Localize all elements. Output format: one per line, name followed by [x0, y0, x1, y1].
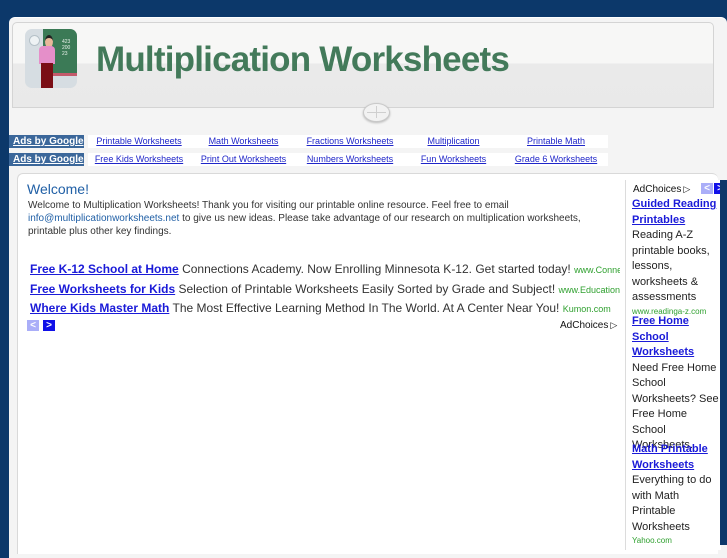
sidebar-prev-button[interactable]: <: [701, 183, 713, 194]
ad-link[interactable]: Printable Worksheets: [88, 135, 190, 148]
text-ad-title[interactable]: Where Kids Master Math: [30, 301, 169, 315]
welcome-text: Welcome to Multiplication Worksheets! Th…: [28, 200, 581, 237]
ad-link[interactable]: Grade 6 Worksheets: [504, 153, 608, 166]
teacher-body: [39, 46, 55, 64]
ad-link[interactable]: Numbers Worksheets: [297, 153, 403, 166]
ad-link[interactable]: Fractions Worksheets: [297, 135, 403, 148]
text-ad-url[interactable]: www.Education.c...: [559, 285, 621, 295]
ad-link[interactable]: Math Worksheets: [190, 135, 297, 148]
ad-link[interactable]: Printable Math: [504, 135, 608, 148]
sidebar-ad-description: Need Free Home School Worksheets? See Fr…: [632, 361, 719, 452]
ad-prev-button[interactable]: <: [27, 320, 39, 331]
sidebar-ad-title[interactable]: Math Printable Worksheets: [632, 442, 720, 473]
sidebar-ad-url[interactable]: Yahoo.com: [632, 535, 720, 546]
header-toggle-button[interactable]: [363, 103, 390, 122]
ad-link[interactable]: Multiplication: [403, 135, 504, 148]
text-ad: Free Worksheets for Kids Selection of Pr…: [30, 282, 620, 296]
sidebar-ad: Math Printable Worksheets Everything to …: [632, 442, 720, 546]
sidebar-ad-description: Reading A-Z printable books, lessons, wo…: [632, 229, 710, 303]
text-ad-url[interactable]: Kumon.com: [563, 304, 611, 314]
ad-links-row-2: Free Kids Worksheets Print Out Worksheet…: [88, 153, 608, 166]
adchoices-icon: ▷: [683, 184, 691, 194]
text-ad-title[interactable]: Free K-12 School at Home: [30, 262, 179, 276]
site-title[interactable]: Multiplication Worksheets: [96, 40, 510, 80]
text-ad: Where Kids Master Math The Most Effectiv…: [30, 301, 620, 315]
sidebar-ad: Free Home School Worksheets Need Free Ho…: [632, 314, 720, 454]
sidebar-adchoices-link[interactable]: AdChoices ▷: [633, 184, 690, 195]
text-ad-url[interactable]: www.Connec...: [574, 265, 620, 275]
text-ad-description: Selection of Printable Worksheets Easily…: [178, 282, 556, 296]
board-numbers: 423 200 23: [62, 39, 71, 57]
welcome-title: Welcome!: [27, 181, 89, 197]
page-right-edge: [720, 180, 727, 545]
ad-links-row-1: Printable Worksheets Math Worksheets Fra…: [88, 135, 608, 148]
ad-link-bar-2: Ads by Google Free Kids Worksheets Print…: [9, 153, 608, 166]
adchoices-icon: ▷: [610, 320, 618, 330]
ad-link[interactable]: Fun Worksheets: [403, 153, 504, 166]
ad-link[interactable]: Free Kids Worksheets: [88, 153, 190, 166]
teacher-skirt: [41, 63, 53, 88]
adchoices-link[interactable]: AdChoices ▷: [560, 320, 617, 331]
ad-next-button[interactable]: >: [43, 320, 55, 331]
ad-link-bar-1: Ads by Google Printable Worksheets Math …: [9, 135, 608, 148]
text-ad: Free K-12 School at Home Connections Aca…: [30, 262, 620, 276]
ads-by-google-label[interactable]: Ads by Google: [9, 153, 84, 166]
sidebar-ad-title[interactable]: Free Home School Worksheets: [632, 314, 720, 361]
text-ad-description: The Most Effective Learning Method In Th…: [172, 301, 560, 315]
text-ad-title[interactable]: Free Worksheets for Kids: [30, 282, 175, 296]
sidebar-ad-title[interactable]: Guided Reading Printables: [632, 197, 720, 228]
text-ad-description: Connections Academy. Now Enrolling Minne…: [182, 262, 571, 276]
teacher-logo-icon[interactable]: 423 200 23: [25, 29, 77, 88]
sidebar-ad-description: Everything to do with Math Printable Wor…: [632, 474, 712, 533]
clock-icon: [29, 35, 40, 46]
ads-by-google-label[interactable]: Ads by Google: [9, 135, 84, 148]
email-link[interactable]: info@multiplicationworksheets.net: [28, 213, 179, 224]
ad-link[interactable]: Print Out Worksheets: [190, 153, 297, 166]
sidebar-ad: Guided Reading Printables Reading A-Z pr…: [632, 197, 720, 317]
